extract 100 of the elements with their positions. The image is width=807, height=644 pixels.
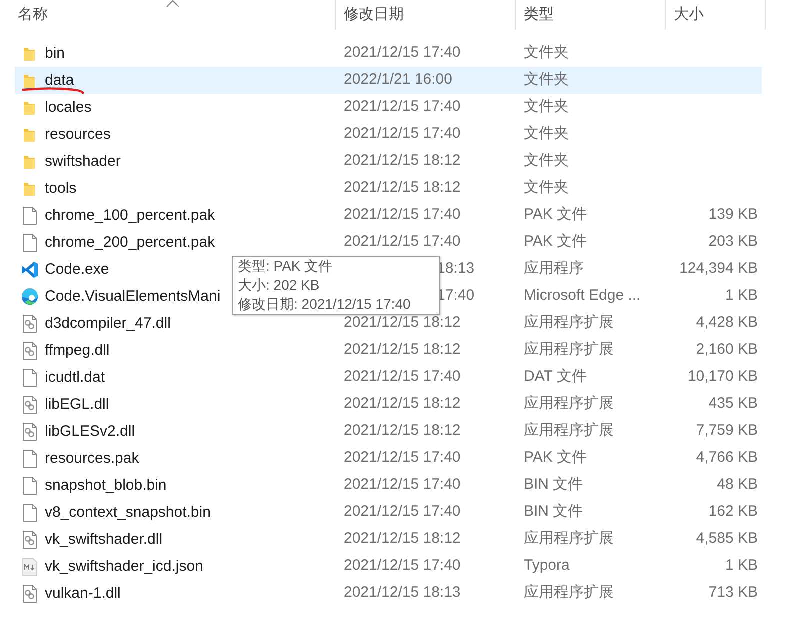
file-type: DAT 文件: [524, 368, 587, 386]
file-row[interactable]: data 2022/1/21 16:00 文件夹: [15, 67, 762, 94]
modified-date: 2021/12/15 18:12: [344, 394, 461, 414]
file-type: BIN 文件: [524, 476, 584, 494]
file-gear-icon: [22, 584, 38, 602]
file-icon: [22, 450, 38, 468]
folder-icon: [22, 180, 38, 196]
file-type: BIN 文件: [524, 503, 584, 520]
file-name: libGLESv2.dll: [45, 422, 136, 440]
file-name: bin: [45, 44, 66, 62]
file-size: 1 KB: [725, 557, 758, 574]
modified-date: 2021/12/15 17:40: [344, 367, 461, 388]
file-icon: [22, 504, 38, 522]
file-name: resources: [45, 126, 111, 142]
file-name: vulkan-1.dll: [45, 584, 121, 602]
file-name: v8_context_snapshot.bin: [45, 504, 211, 520]
file-type: 应用程序扩展: [524, 584, 614, 602]
file-name: ffmpeg.dll: [45, 342, 110, 358]
file-type: PAK 文件: [524, 233, 588, 250]
file-name: d3dcompiler_47.dll: [45, 314, 171, 332]
modified-date: 2021/12/15 18:12: [344, 340, 461, 360]
file-name: data: [45, 72, 74, 88]
tooltip-line: 类型: PAK 文件: [238, 257, 334, 276]
folder-icon: [22, 154, 38, 170]
file-icon: [22, 368, 38, 386]
folder-icon: [22, 72, 38, 88]
modified-date: 2021/12/15 17:40: [344, 43, 461, 64]
column-header[interactable]: 类型: [524, 4, 554, 26]
modified-date: 2021/12/15 18:12: [344, 313, 461, 334]
file-type: 应用程序扩展: [524, 422, 614, 440]
modified-date: 18:13: [437, 259, 475, 280]
file-icon: [22, 234, 38, 252]
column-header[interactable]: 名称: [18, 4, 48, 26]
file-type: PAK 文件: [524, 449, 588, 466]
code-editor-icon: [21, 260, 39, 278]
file-type: 文件夹: [524, 44, 569, 62]
file-size: 435 KB: [708, 395, 758, 412]
column-header[interactable]: 大小: [674, 4, 704, 26]
file-gear-icon: [22, 342, 38, 360]
file-name: chrome_200_percent.pak: [45, 234, 216, 250]
file-icon: [22, 206, 38, 224]
column-header[interactable]: 修改日期: [344, 4, 404, 26]
file-name: resources.pak: [45, 450, 140, 466]
modified-date: 2021/12/15 17:40: [344, 97, 461, 118]
file-type: 文件夹: [524, 98, 569, 116]
file-size: 48 KB: [717, 476, 758, 494]
file-size: 7,759 KB: [696, 422, 758, 440]
sort-caret-icon: [166, 0, 180, 8]
file-name: Code.exe: [45, 260, 110, 278]
modified-date: 2021/12/15 18:13: [344, 583, 461, 604]
modified-date: 2021/12/15 17:40: [344, 475, 461, 496]
file-size: 10,170 KB: [688, 368, 758, 386]
file-type: PAK 文件: [524, 206, 588, 224]
file-type: 文件夹: [524, 179, 569, 196]
folder-icon: [22, 46, 38, 62]
file-type: 应用程序扩展: [524, 530, 614, 548]
modified-date: 2021/12/15 17:40: [344, 205, 461, 226]
file-type: Microsoft Edge ...: [524, 287, 641, 304]
file-type: 文件夹: [524, 125, 569, 142]
edge-browser-icon: [21, 288, 39, 306]
file-type: 应用程序: [524, 260, 584, 278]
modified-date: 2021/12/15 18:12: [344, 421, 461, 442]
file-name: snapshot_blob.bin: [45, 476, 167, 494]
file-name: locales: [45, 98, 92, 116]
folder-icon: [22, 126, 38, 142]
file-size: 139 KB: [708, 206, 758, 224]
file-size: 124,394 KB: [680, 260, 758, 278]
file-type: Typora: [524, 557, 570, 574]
file-size: 4,766 KB: [696, 449, 758, 466]
file-type: 应用程序扩展: [524, 395, 614, 412]
modified-date: 2021/12/15 18:12: [344, 529, 461, 550]
file-name: tools: [45, 180, 77, 196]
modified-date: 2021/12/15 17:40: [344, 502, 461, 522]
file-name: icudtl.dat: [45, 368, 106, 386]
file-type: 应用程序扩展: [524, 314, 614, 332]
file-name: Code.VisualElementsMani: [45, 288, 221, 304]
markdown-file-icon: [22, 558, 38, 576]
file-name: swiftshader: [45, 152, 121, 170]
file-gear-icon: [22, 422, 38, 440]
modified-date: 2021/12/15 17:40: [344, 124, 461, 144]
file-size: 162 KB: [708, 503, 758, 520]
file-size: 4,428 KB: [696, 314, 758, 332]
modified-date: 2021/12/15 17:40: [344, 556, 461, 576]
file-type: 文件夹: [524, 152, 569, 170]
file-size: 203 KB: [708, 233, 758, 250]
modified-date: 2021/12/15 18:12: [344, 178, 461, 198]
file-type: 文件夹: [524, 71, 569, 88]
file-name: vk_swiftshader.dll: [45, 530, 163, 548]
file-size: 2,160 KB: [696, 341, 758, 358]
folder-icon: [22, 100, 38, 116]
file-size: 1 KB: [725, 287, 758, 304]
file-gear-icon: [22, 530, 38, 548]
file-gear-icon: [22, 314, 38, 332]
file-gear-icon: [22, 396, 38, 414]
modified-date: 2022/1/21 16:00: [344, 70, 452, 90]
tooltip-line: 大小: 202 KB: [238, 276, 321, 295]
file-name: libEGL.dll: [45, 396, 110, 412]
modified-date: 2021/12/15 18:12: [344, 151, 461, 172]
modified-date: 2021/12/15 17:40: [344, 232, 461, 252]
file-type: 应用程序扩展: [524, 341, 614, 358]
